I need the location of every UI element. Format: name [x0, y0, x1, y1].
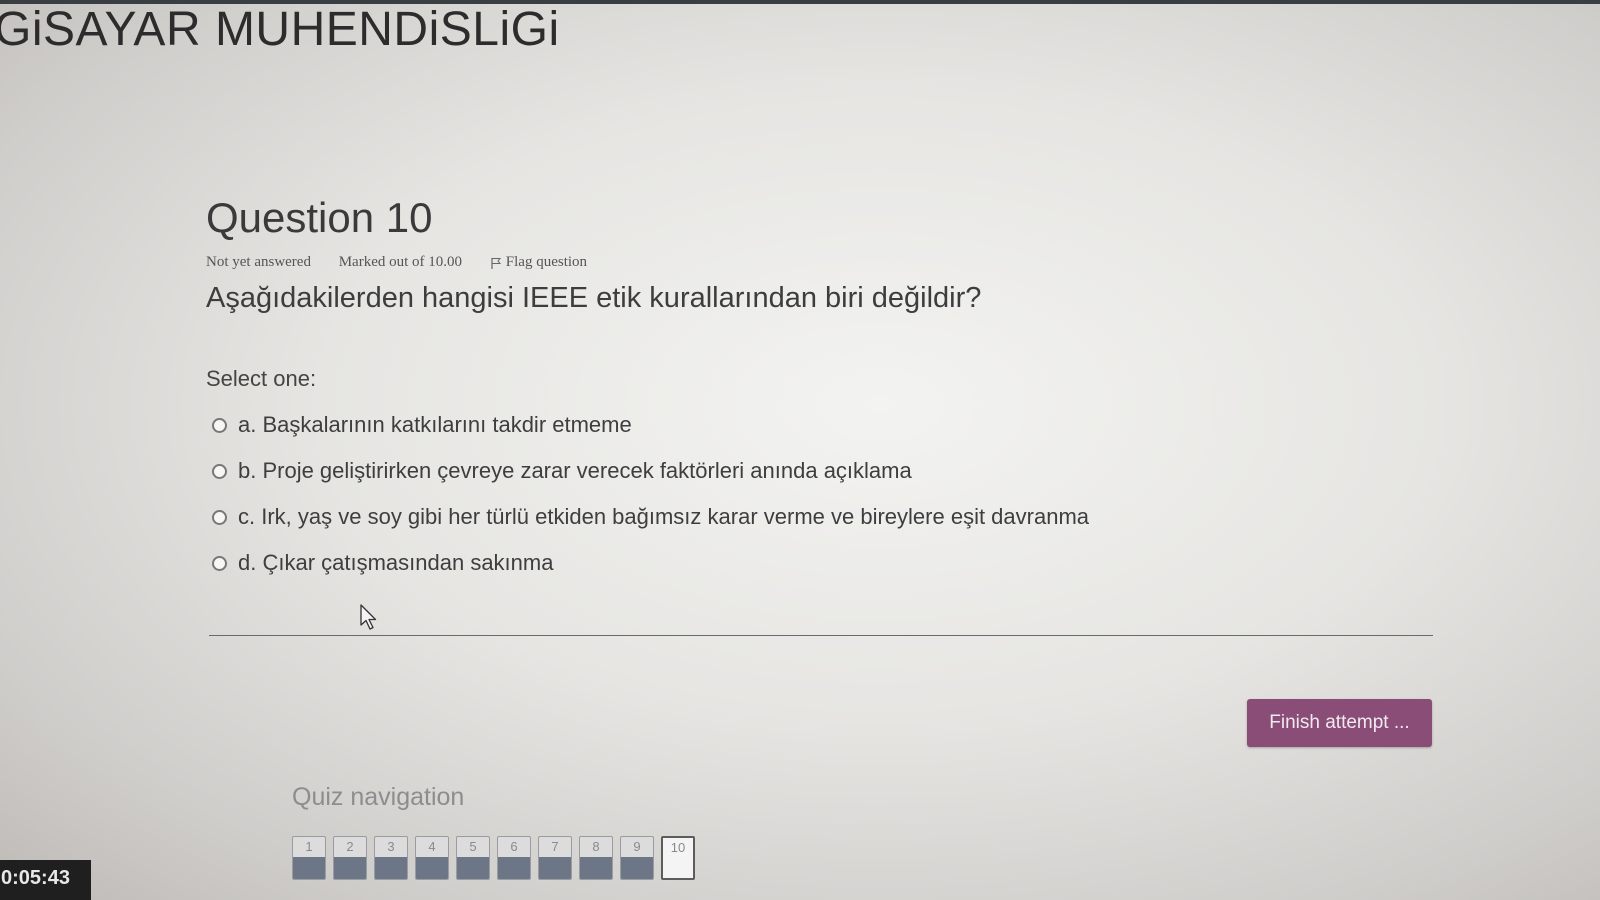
answer-label: b. Proje geliştirirken çevreye zarar ver…: [238, 458, 912, 483]
answer-label: a. Başkalarının katkılarını takdir etmem…: [238, 412, 632, 437]
section-divider: [209, 635, 1433, 636]
quiz-nav-button-1[interactable]: 1: [292, 836, 326, 880]
answered-indicator: [580, 857, 612, 879]
answer-option-c[interactable]: c. Irk, yaş ve soy gibi her türlü etkide…: [212, 494, 1089, 540]
nav-button-number: 10: [670, 840, 686, 855]
answered-indicator: [621, 857, 653, 879]
answer-option-a[interactable]: a. Başkalarının katkılarını takdir etmem…: [212, 402, 1089, 448]
nav-button-number: 5: [469, 839, 477, 854]
question-heading: Question 10: [206, 194, 433, 241]
quiz-nav-button-2[interactable]: 2: [333, 836, 367, 880]
quiz-navigation-title: Quiz navigation: [292, 783, 465, 811]
nav-button-number: 1: [305, 839, 313, 854]
quiz-nav-button-5[interactable]: 5: [456, 836, 490, 880]
answer-label: c. Irk, yaş ve soy gibi her türlü etkide…: [238, 504, 1090, 529]
answer-option-d[interactable]: d. Çıkar çatışmasından sakınma: [212, 540, 1089, 586]
answer-list: a. Başkalarının katkılarını takdir etmem…: [212, 402, 1089, 586]
nav-button-number: 3: [387, 839, 395, 854]
quiz-nav-button-8[interactable]: 8: [579, 836, 613, 880]
quiz-nav-button-4[interactable]: 4: [415, 836, 449, 880]
radio-button[interactable]: [212, 509, 227, 525]
answered-indicator: [375, 857, 407, 879]
answer-label: d. Çıkar çatışmasından sakınma: [238, 550, 554, 575]
quiz-nav-button-3[interactable]: 3: [374, 836, 408, 880]
nav-button-number: 9: [633, 839, 641, 854]
answered-indicator: [539, 857, 571, 879]
quiz-timer: 0:05:43: [0, 860, 91, 900]
question-text: Aşağıdakilerden hangisi IEEE etik kurall…: [206, 282, 982, 314]
answered-indicator: [498, 857, 530, 879]
quiz-nav-button-10[interactable]: 10: [661, 836, 695, 880]
mouse-pointer-icon: [360, 604, 378, 632]
quiz-page: GiSAYAR MUHENDiSLiGi Question 10 Not yet…: [0, 0, 1600, 900]
select-one-prompt: Select one:: [206, 366, 317, 391]
flag-question-label: Flag question: [505, 254, 588, 271]
answered-indicator: [293, 857, 325, 879]
quiz-nav-button-9[interactable]: 9: [620, 836, 654, 880]
nav-button-number: 2: [346, 839, 354, 854]
finish-attempt-button[interactable]: Finish attempt ...: [1247, 699, 1432, 747]
nav-button-number: 6: [510, 839, 518, 854]
radio-button[interactable]: [212, 417, 227, 433]
quiz-nav-button-7[interactable]: 7: [538, 836, 572, 880]
question-info: Not yet answered Marked out of 10.00 Fla…: [206, 254, 587, 271]
flag-icon: [490, 257, 502, 269]
nav-button-number: 8: [592, 839, 600, 854]
answered-indicator: [334, 857, 366, 879]
radio-button[interactable]: [212, 555, 227, 571]
flag-question-link[interactable]: Flag question: [490, 254, 587, 271]
radio-button[interactable]: [212, 463, 227, 479]
answer-option-b[interactable]: b. Proje geliştirirken çevreye zarar ver…: [212, 448, 1089, 494]
answered-indicator: [416, 857, 448, 879]
nav-button-number: 7: [551, 839, 559, 854]
quiz-navigation-buttons: 1 2 3 4 5 6 7 8 9 10: [292, 836, 695, 880]
nav-button-number: 4: [428, 839, 436, 854]
answered-indicator: [457, 857, 489, 879]
question-grade: Marked out of 10.00: [338, 254, 463, 271]
quiz-nav-button-6[interactable]: 6: [497, 836, 531, 880]
course-title: GiSAYAR MUHENDiSLiGi: [0, 3, 560, 56]
question-state: Not yet answered: [206, 254, 311, 271]
